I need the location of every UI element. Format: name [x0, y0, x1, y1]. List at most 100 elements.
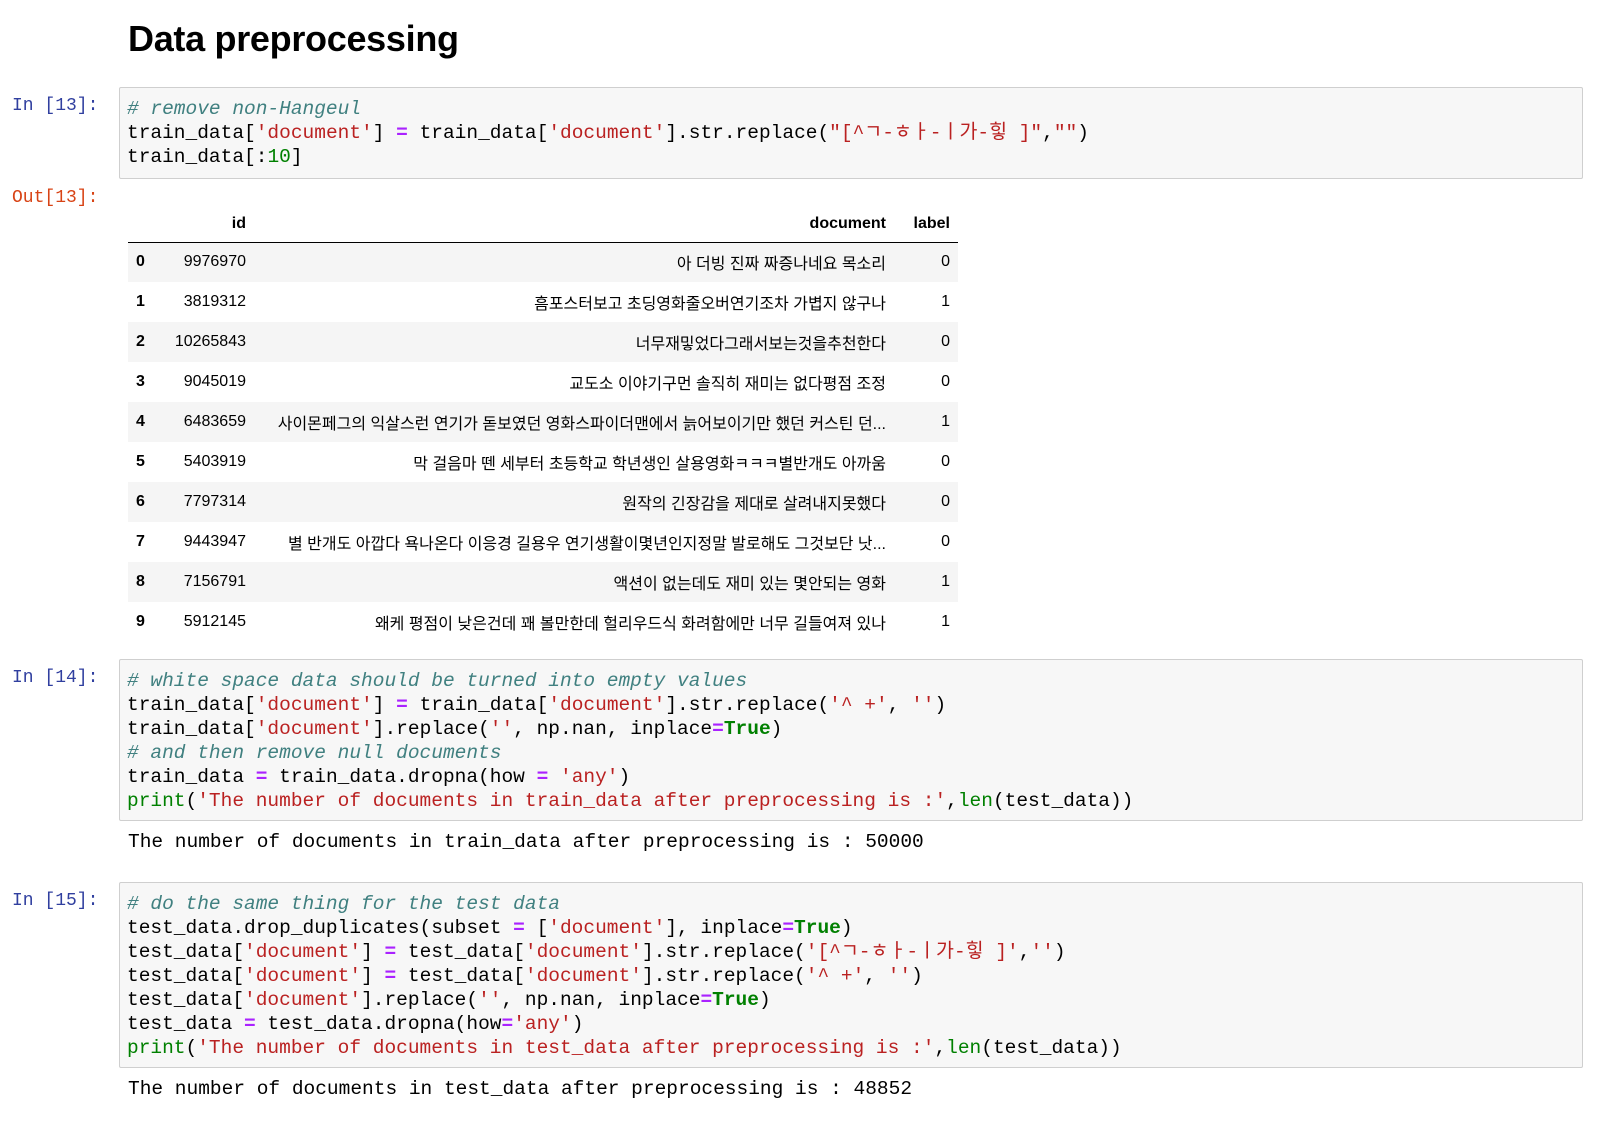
row-index: 6: [136, 493, 145, 510]
code-token: =: [384, 965, 397, 987]
table-row: 9 5912145 왜케 평점이 낮은건데 꽤 볼만한데 헐리우드식 화려함에만 너…: [128, 602, 958, 642]
code-token: ,: [1018, 941, 1031, 963]
code-token: test_data.dropna(how: [255, 1013, 502, 1035]
code-token: 'document': [548, 122, 666, 144]
code-token: ]: [290, 146, 303, 168]
code-token: 'The number of documents in train_data a…: [197, 790, 947, 812]
code-token: ): [618, 766, 631, 788]
document-text: 너무재밓었다그래서보는것을추천한다: [635, 336, 886, 353]
cell-document: 왜케 평점이 낮은건데 꽤 볼만한데 헐리우드식 화려함에만 너무 길들여져 있…: [254, 602, 894, 642]
code-line: train_data[:10]: [127, 145, 1575, 169]
input-prompt-15: In [15]:: [12, 891, 99, 911]
cell-label: 0: [941, 453, 950, 470]
code-token: 'any': [513, 1013, 572, 1035]
code-line: train_data['document'].replace('', np.na…: [127, 717, 1575, 741]
code-token: 'document': [244, 941, 362, 963]
code-cell-14[interactable]: # white space data should be turned into…: [119, 659, 1583, 821]
code-token: ,: [864, 965, 888, 987]
code-token: 'document': [255, 718, 373, 740]
cell-document: 너무재밓었다그래서보는것을추천한다: [254, 322, 894, 362]
output-prompt-13: Out[13]:: [12, 188, 99, 208]
code-token: ]: [372, 122, 397, 144]
document-text: 흠포스터보고 초딩영화줄오버연기조차 가볍지 않구나: [534, 296, 886, 313]
code-token: '': [911, 694, 935, 716]
code-token: True: [794, 917, 841, 939]
code-line: test_data['document'] = test_data['docum…: [127, 964, 1575, 988]
cell-document: 교도소 이야기구먼 솔직히 재미는 없다평점 조정: [254, 362, 894, 402]
table-row: 1 3819312 흠포스터보고 초딩영화줄오버연기조차 가볍지 않구나 1: [128, 282, 958, 322]
cell-label: 1: [941, 293, 950, 310]
code-line: train_data['document'] = train_data['doc…: [127, 121, 1575, 145]
code-token: '': [478, 989, 502, 1011]
code-token: 'any': [560, 766, 619, 788]
code-token: ]: [361, 941, 385, 963]
column-header-label: label: [894, 206, 958, 243]
cell-output-14: The number of documents in train_data af…: [128, 831, 924, 853]
table-row: 0 9976970 아 더빙 진짜 짜증나네요 목소리 0: [128, 242, 958, 282]
code-token: train_data[:: [127, 146, 268, 168]
cell-id: 7797314: [183, 493, 246, 510]
code-token: True: [723, 718, 771, 740]
code-token: ,: [946, 790, 958, 812]
code-token: test_data[: [127, 989, 245, 1011]
code-token: '^ +': [829, 694, 888, 716]
code-token: ].str.replace(: [641, 941, 806, 963]
code-token: test_data[: [396, 965, 525, 987]
cell-document: 액션이 없는데도 재미 있는 몇안되는 영화: [254, 562, 894, 602]
section-heading: Data preprocessing: [128, 18, 459, 59]
document-text: 왜케 평점이 낮은건데 꽤 볼만한데 헐리우드식 화려함에만 너무 길들여져 있…: [374, 616, 886, 633]
cell-id: 7156791: [183, 573, 246, 590]
code-token: 'document': [548, 694, 666, 716]
code-token: (: [185, 790, 198, 812]
cell-label: 0: [941, 493, 950, 510]
code-token: ].replace(: [372, 718, 490, 740]
code-token: train_data.dropna(how: [267, 766, 537, 788]
code-token: 'document': [255, 122, 373, 144]
code-line: # do the same thing for the test data: [127, 892, 1575, 916]
dataframe-body: 0 9976970 아 더빙 진짜 짜증나네요 목소리 0 1 3819312 흠포스터보고…: [128, 242, 958, 642]
code-token: , np.nan, inplace: [513, 718, 713, 740]
code-token: ,: [934, 1037, 947, 1059]
code-token: ,: [1042, 122, 1054, 144]
code-editor[interactable]: # white space data should be turned into…: [127, 669, 1575, 813]
code-token: =: [513, 917, 525, 939]
cell-id: 5912145: [183, 613, 246, 630]
cell-document: 별 반개도 아깝다 욕나온다 이응경 길용우 연기생활이몇년인지정말 발로해도 …: [254, 522, 894, 562]
code-token: 'document': [524, 965, 642, 987]
code-comment: # white space data should be turned into…: [127, 670, 748, 692]
code-editor[interactable]: # do the same thing for the test data tes…: [127, 892, 1575, 1060]
column-header-index: [128, 206, 164, 243]
code-token: 'document': [255, 694, 373, 716]
dataframe-header-row: id document label: [128, 206, 958, 243]
code-token: len: [957, 790, 993, 812]
code-token: ].str.replace(: [641, 965, 806, 987]
table-row: 3 9045019 교도소 이야기구먼 솔직히 재미는 없다평점 조정 0: [128, 362, 958, 402]
code-cell-13[interactable]: # remove non-Hangeul train_data['document…: [119, 87, 1583, 179]
code-token: '': [1030, 941, 1054, 963]
document-text: 교도소 이야기구먼 솔직히 재미는 없다평점 조정: [569, 376, 886, 393]
code-cell-15[interactable]: # do the same thing for the test data tes…: [119, 882, 1583, 1068]
code-token: '[^ㄱ-ㅎㅏ-ㅣ가-힣 ]': [805, 941, 1019, 963]
code-token: "": [1053, 122, 1078, 144]
code-token: 'document': [548, 917, 666, 939]
code-token: ]: [361, 965, 385, 987]
code-token: ].replace(: [361, 989, 479, 1011]
cell-label: 1: [941, 413, 950, 430]
code-token: "[^ㄱ-ㅎㅏ-ㅣ가-힣 ]": [829, 122, 1043, 144]
code-token: ): [840, 917, 853, 939]
document-text: 사이몬페그의 익살스런 연기가 돋보였던 영화스파이더맨에서 늙어보이기만 했던…: [277, 416, 886, 433]
input-prompt-14: In [14]:: [12, 668, 99, 688]
code-comment: # remove non-Hangeul: [127, 98, 362, 120]
cell-id: 5403919: [183, 453, 246, 470]
code-line: train_data['document'] = train_data['doc…: [127, 693, 1575, 717]
table-row: 6 7797314 원작의 긴장감을 제대로 살려내지못했다 0: [128, 482, 958, 522]
code-token: test_data[: [127, 965, 245, 987]
code-token: 'document': [244, 989, 362, 1011]
row-index: 5: [136, 453, 145, 470]
code-editor[interactable]: # remove non-Hangeul train_data['document…: [127, 97, 1575, 169]
code-token: ): [934, 694, 947, 716]
code-token: =: [396, 694, 408, 716]
cell-id: 9443947: [183, 533, 246, 550]
code-token: train_data[: [127, 718, 256, 740]
cell-label: 0: [941, 333, 950, 350]
